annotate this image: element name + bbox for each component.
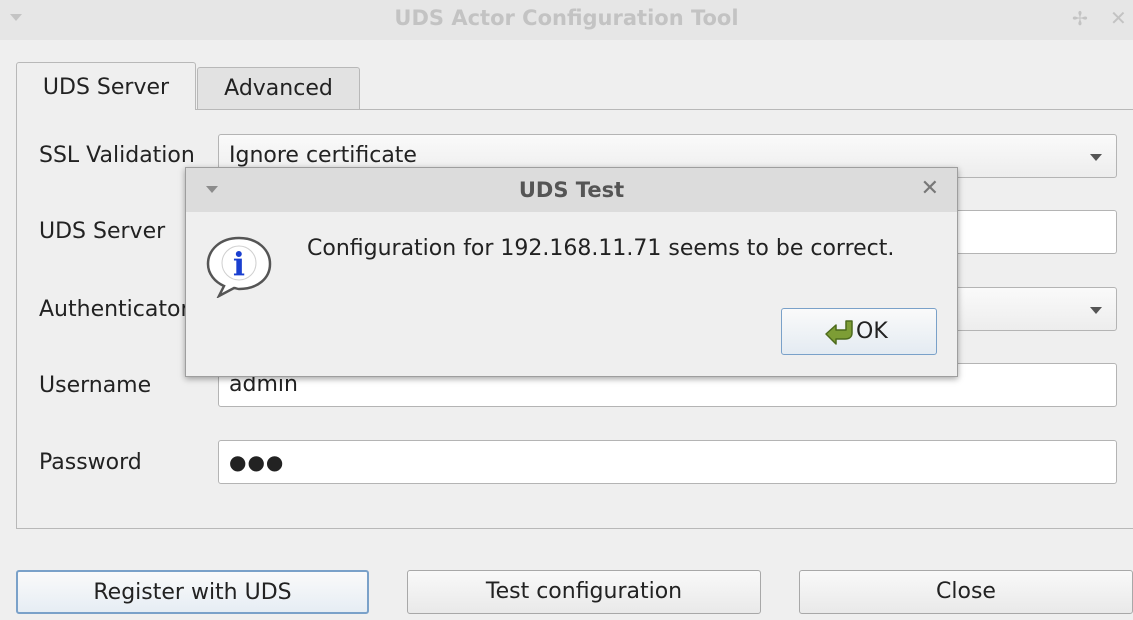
tab-uds-server[interactable]: UDS Server [16,62,196,110]
ssl-validation-label: SSL Validation [39,143,195,168]
window-title: UDS Actor Configuration Tool [394,6,739,30]
register-button[interactable]: Register with UDS [16,570,369,614]
dialog-message: Configuration for 192.168.11.71 seems to… [307,236,895,261]
dialog-titlebar: UDS Test ✕ [186,168,957,212]
tab-advanced[interactable]: Advanced [197,67,360,110]
dialog-title: UDS Test [518,178,625,202]
window-titlebar: UDS Actor Configuration Tool ✢ ✕ [0,0,1133,40]
username-label: Username [39,373,152,398]
window-close-icon[interactable]: ✕ [1110,6,1127,30]
ssl-validation-value: Ignore certificate [229,143,417,168]
chevron-down-icon [1090,154,1102,161]
uds-test-dialog: UDS Test ✕ i Configuration for 192.168.1… [185,167,958,377]
chevron-down-icon [1090,307,1102,314]
close-button[interactable]: Close [799,570,1133,614]
return-arrow-icon [825,320,853,345]
ok-button[interactable]: OK [781,308,937,355]
svg-text:i: i [233,245,245,283]
uds-server-label: UDS Server [39,219,166,244]
password-label: Password [39,450,142,475]
authenticator-label: Authenticator [39,297,190,322]
test-configuration-button[interactable]: Test configuration [407,570,761,614]
ok-label: OK [856,319,888,344]
password-input[interactable]: ●●● [218,440,1117,484]
info-icon: i [206,236,272,298]
pin-icon[interactable]: ✢ [1072,8,1088,30]
dialog-close-icon[interactable]: ✕ [921,176,939,201]
